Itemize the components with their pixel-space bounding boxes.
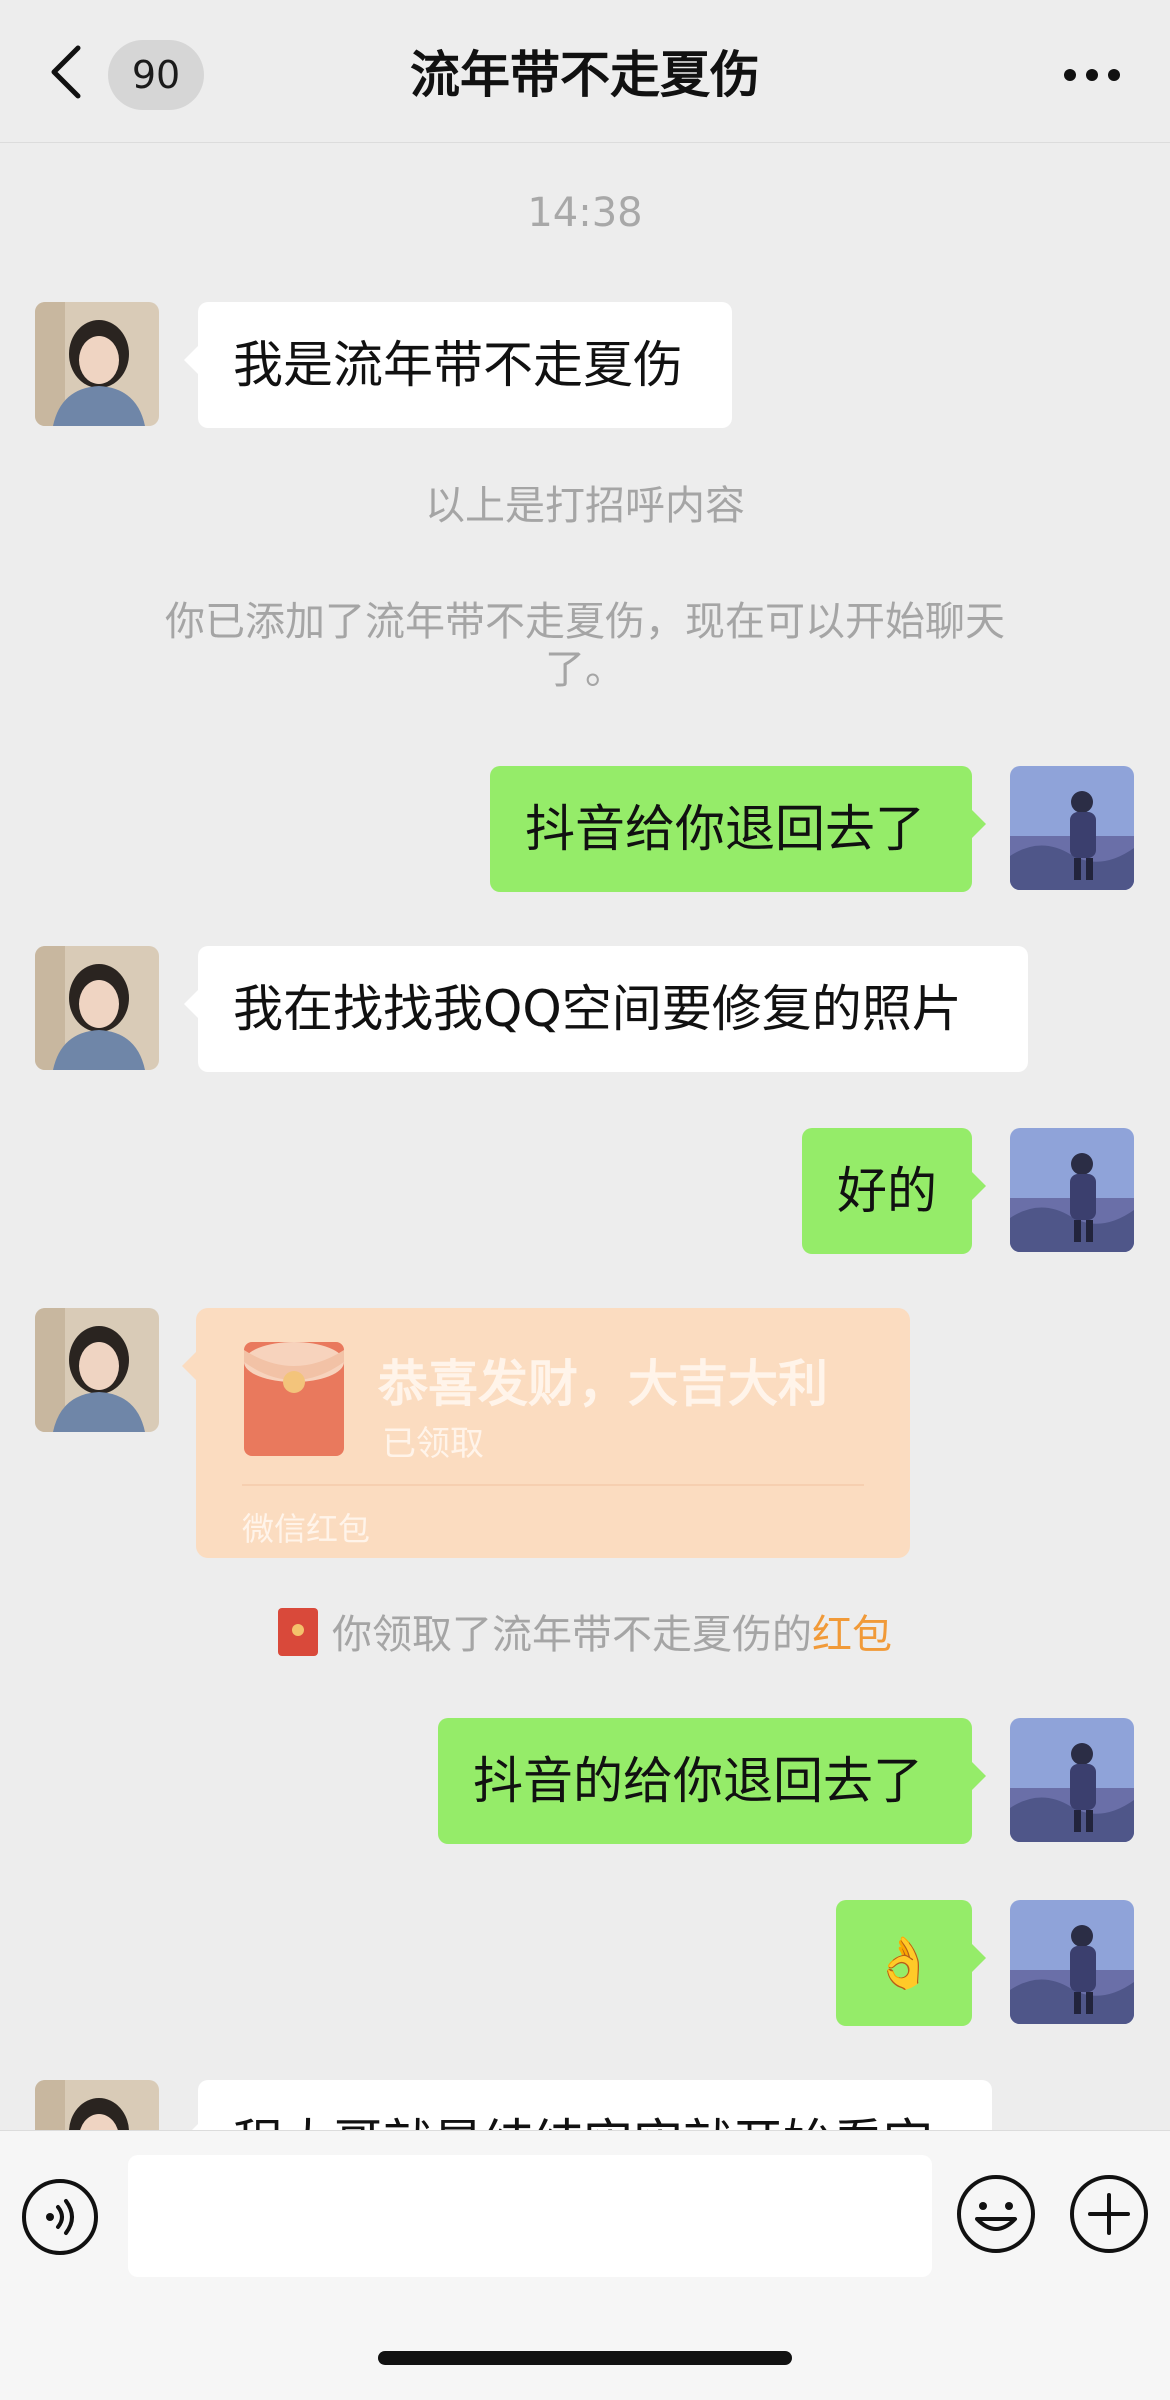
home-indicator — [378, 2351, 792, 2365]
red-packet-icon — [244, 1342, 344, 1456]
received-message-bubble[interactable]: 我是流年带不走夏伤 — [184, 302, 732, 428]
contact-avatar[interactable] — [35, 946, 159, 1070]
message-input[interactable] — [128, 2155, 932, 2277]
contact-avatar[interactable] — [35, 1308, 159, 1432]
my-avatar[interactable] — [1010, 1718, 1134, 1842]
input-bar — [0, 2130, 1170, 2400]
voice-icon[interactable] — [20, 2177, 100, 2257]
system-notice-friend-added: 你已添加了流年带不走夏伤，现在可以开始聊天了。 — [165, 599, 1005, 693]
red-packet-status: 已领取 — [382, 1424, 484, 1464]
sent-message-bubble[interactable]: 抖音给你退回去了 — [490, 766, 986, 892]
plus-icon[interactable] — [1068, 2173, 1150, 2255]
my-avatar[interactable] — [1010, 1128, 1134, 1252]
received-message-bubble[interactable]: 程大哥就是结结实实就开始看完 — [184, 2080, 992, 2130]
notice-text: 你领取了流年带不走夏伤的 — [332, 1612, 812, 1658]
sent-emoji-bubble[interactable]: 👌 — [836, 1900, 986, 2026]
red-packet-card[interactable]: 恭喜发财，大吉大利 已领取 微信红包 — [182, 1308, 910, 1558]
red-packet-divider — [242, 1484, 864, 1486]
chat-screen: 90 流年带不走夏伤 14:38 我是流年带不走夏伤 以上是打招呼内容 你已添加… — [0, 0, 1170, 2400]
red-packet-greeting: 恭喜发财，大吉大利 — [378, 1355, 828, 1413]
sent-message-bubble[interactable]: 抖音的给你退回去了 — [438, 1718, 986, 1844]
red-packet-icon — [278, 1608, 318, 1656]
timestamp: 14:38 — [527, 190, 643, 236]
contact-avatar[interactable] — [35, 2080, 159, 2130]
chat-header: 90 流年带不走夏伤 — [0, 0, 1170, 143]
sent-message-bubble[interactable]: 好的 — [802, 1128, 986, 1254]
more-options-icon[interactable] — [1062, 62, 1122, 88]
contact-avatar[interactable] — [35, 302, 159, 426]
received-message-bubble[interactable]: 我在找找我QQ空间要修复的照片 — [184, 946, 1028, 1072]
red-packet-source: 微信红包 — [242, 1510, 371, 1548]
my-avatar[interactable] — [1010, 1900, 1134, 2024]
emoji-icon[interactable] — [955, 2173, 1037, 2255]
message-list[interactable]: 14:38 我是流年带不走夏伤 以上是打招呼内容 你已添加了流年带不走夏伤，现在… — [0, 142, 1170, 2130]
red-packet-received-notice: 你领取了流年带不走夏伤的红包 — [0, 1602, 1170, 1660]
chat-title: 流年带不走夏伤 — [410, 46, 760, 104]
system-notice-greeting: 以上是打招呼内容 — [425, 483, 745, 529]
red-packet-link[interactable]: 红包 — [812, 1612, 892, 1658]
my-avatar[interactable] — [1010, 766, 1134, 890]
